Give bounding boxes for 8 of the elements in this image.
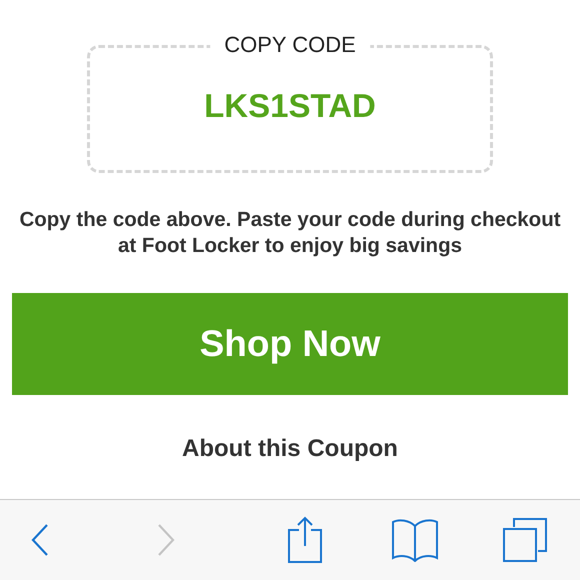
bookmarks-icon[interactable] bbox=[391, 518, 439, 562]
tabs-icon[interactable] bbox=[502, 517, 548, 563]
share-icon[interactable] bbox=[287, 516, 323, 564]
shop-now-button[interactable]: Shop Now bbox=[12, 293, 568, 395]
back-icon[interactable] bbox=[30, 523, 50, 557]
coupon-code[interactable]: LKS1STAD bbox=[204, 87, 376, 125]
about-heading: About this Coupon bbox=[182, 435, 398, 463]
instructions-text: Copy the code above. Paste your code during checkout at Foot Locker to enjoy big savings bbox=[18, 207, 562, 259]
